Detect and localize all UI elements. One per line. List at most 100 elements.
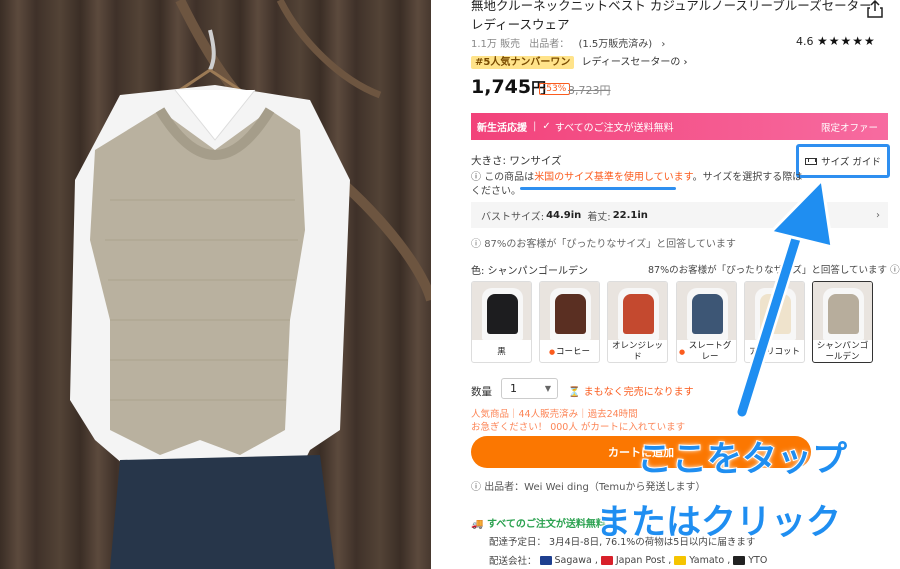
clock-icon: ⏳ [568, 387, 581, 398]
quantity-value: 1 [510, 382, 517, 395]
color-swatch[interactable]: シャンパンゴールデン [812, 281, 873, 363]
sagawa-logo-icon [539, 555, 552, 565]
swatch-label: アプリコット [745, 340, 804, 362]
yto-logo-icon [733, 555, 746, 565]
rank-category: レディースセーターの [581, 57, 681, 68]
size-note-prefix: この商品は [484, 172, 535, 183]
seller-label: 出品者： [529, 39, 570, 50]
rank-tag: #5人気ナンバーワン [471, 56, 575, 69]
swatch-vest [487, 294, 518, 334]
bestseller-badge[interactable]: #5人気ナンバーワン レディースセーターの › [471, 53, 688, 69]
annotation-click-text: またはクリック [595, 502, 842, 544]
stock-warning: ⏳ まもなく完売になります [568, 383, 694, 398]
free-shipping: 🚚 すべてのご注文が送料無料 [471, 515, 606, 530]
highlight-underline [520, 187, 676, 190]
swatch-image [745, 282, 804, 340]
free-shipping-text: すべてのご注文が送料無料 [486, 519, 606, 530]
swatch-name: スレートグレー [688, 341, 732, 362]
quantity-label: 数量 [471, 386, 492, 398]
length-value: 22.1in [612, 209, 648, 221]
swatch-vest [623, 294, 654, 334]
swatch-label: シャンパンゴールデン [813, 340, 872, 362]
swatch-image [472, 282, 531, 340]
swatch-label: ● コーヒー [540, 340, 599, 362]
carrier-yamato: Yamato [689, 554, 725, 566]
rating[interactable]: 4.6 ★★★★★ [796, 34, 876, 48]
info-icon: ⓘ [471, 239, 481, 250]
carrier-sagawa: Sagawa [554, 554, 592, 566]
help-icon: ⓘ [890, 265, 900, 276]
info-icon: ⓘ [471, 482, 481, 493]
product-image-illustration [70, 0, 431, 569]
carriers: 配送会社： Sagawa, Japan Post, Yamato, YTO [489, 554, 768, 568]
original-price: 3,723円 [568, 84, 611, 97]
swatch-image [813, 282, 872, 340]
sold-count: 1.1万 販売 [471, 39, 521, 50]
color-swatch[interactable]: アプリコット [744, 281, 805, 363]
fit-note: ⓘ 87%のお客様が「ぴったりなサイズ」と回答しています [471, 235, 736, 250]
fit-note-text: 87%のお客様が「ぴったりなサイズ」と回答しています [484, 239, 736, 250]
truck-icon: 🚚 [471, 519, 484, 530]
size-guide-button[interactable]: サイズ ガイド [796, 144, 890, 178]
chevron-right-icon: › [683, 57, 688, 68]
carrier-japan-post: Japan Post [615, 554, 666, 566]
price-value: 1,745 [471, 76, 532, 98]
yamato-logo-icon [674, 555, 687, 565]
price: 1,745円 [471, 76, 546, 98]
share-icon[interactable] [867, 0, 883, 18]
size-measurements-row[interactable]: バストサイズ: 44.9in 着丈: 22.1in › [471, 202, 888, 228]
quantity-select[interactable]: 1 ▼ [501, 378, 558, 399]
product-photo[interactable] [0, 0, 431, 569]
seller-link[interactable]: (1.5万販売済み) › [578, 39, 665, 50]
chevron-right-icon: › [876, 209, 880, 221]
swatch-name: コーヒー [556, 346, 591, 357]
size-note-link[interactable]: 米国のサイズ基準を使用しています [534, 172, 692, 183]
carriers-label: 配送会社： [489, 556, 537, 567]
stock-warning-text: まもなく完売になります [583, 387, 694, 398]
promo-label: 新生活応援 [477, 123, 527, 134]
size-label: 大きさ: ワンサイズ [471, 155, 562, 167]
seller-line-text: 出品者：Wei Wei ding（Temuから発送します） [484, 482, 706, 493]
annotation-tap-text: ここをタップ [636, 439, 848, 481]
fire-icon: ● [679, 347, 686, 356]
swatch-image [540, 282, 599, 340]
bust-label: バストサイズ: [481, 211, 545, 223]
limited-offer: 限定オファー [820, 122, 878, 134]
color-swatch[interactable]: ● スレートグレー [676, 281, 737, 363]
length-label: 着丈: [587, 211, 611, 223]
swatch-name: アプリコット [748, 346, 800, 357]
popularity-note: 人気商品｜44人販売済み｜過去24時間 [471, 409, 638, 420]
swatch-image [677, 282, 736, 340]
seller-sales: (1.5万販売済み) [578, 39, 653, 50]
swatch-vest [555, 294, 586, 334]
ruler-icon [805, 157, 818, 165]
swatch-label: 黒 [472, 340, 531, 362]
color-swatch[interactable]: 黒 [471, 281, 532, 363]
swatch-name: オレンジレッド [611, 341, 663, 362]
swatch-name: 黒 [497, 346, 506, 357]
swatch-vest [760, 294, 791, 334]
check-icon: ✓ [542, 121, 551, 132]
swatch-image [608, 282, 667, 340]
carrier-yto: YTO [748, 554, 768, 566]
swatch-vest [692, 294, 723, 334]
japan-post-logo-icon [600, 555, 613, 565]
swatch-vest [828, 294, 859, 334]
star-rating-icon: ★★★★★ [817, 34, 876, 48]
swatch-name: シャンパンゴールデン [816, 341, 869, 362]
color-label: 色: シャンパンゴールデン [471, 266, 589, 277]
promo-divider: | [533, 121, 537, 132]
rating-value: 4.6 [796, 35, 814, 48]
promo-text: すべてのご注文が送料無料 [554, 123, 674, 134]
size-guide-label: サイズ ガイド [821, 157, 881, 168]
fire-icon: ● [548, 347, 556, 356]
discount-badge: -53% [539, 83, 571, 95]
color-swatch[interactable]: オレンジレッド [607, 281, 668, 363]
promo-banner[interactable]: 新生活応援 | ✓ すべてのご注文が送料無料 限定オファー [471, 113, 888, 140]
swatch-label: ● スレートグレー [677, 340, 736, 362]
info-icon: ⓘ [471, 172, 481, 183]
chevron-down-icon: ▼ [544, 384, 551, 393]
swatch-label: オレンジレッド [608, 340, 667, 362]
color-swatch[interactable]: ● コーヒー [539, 281, 600, 363]
product-detail-panel: 無地クルーネックニットベスト カジュアルノースリーブルーズセーター レディースウ… [431, 0, 900, 569]
